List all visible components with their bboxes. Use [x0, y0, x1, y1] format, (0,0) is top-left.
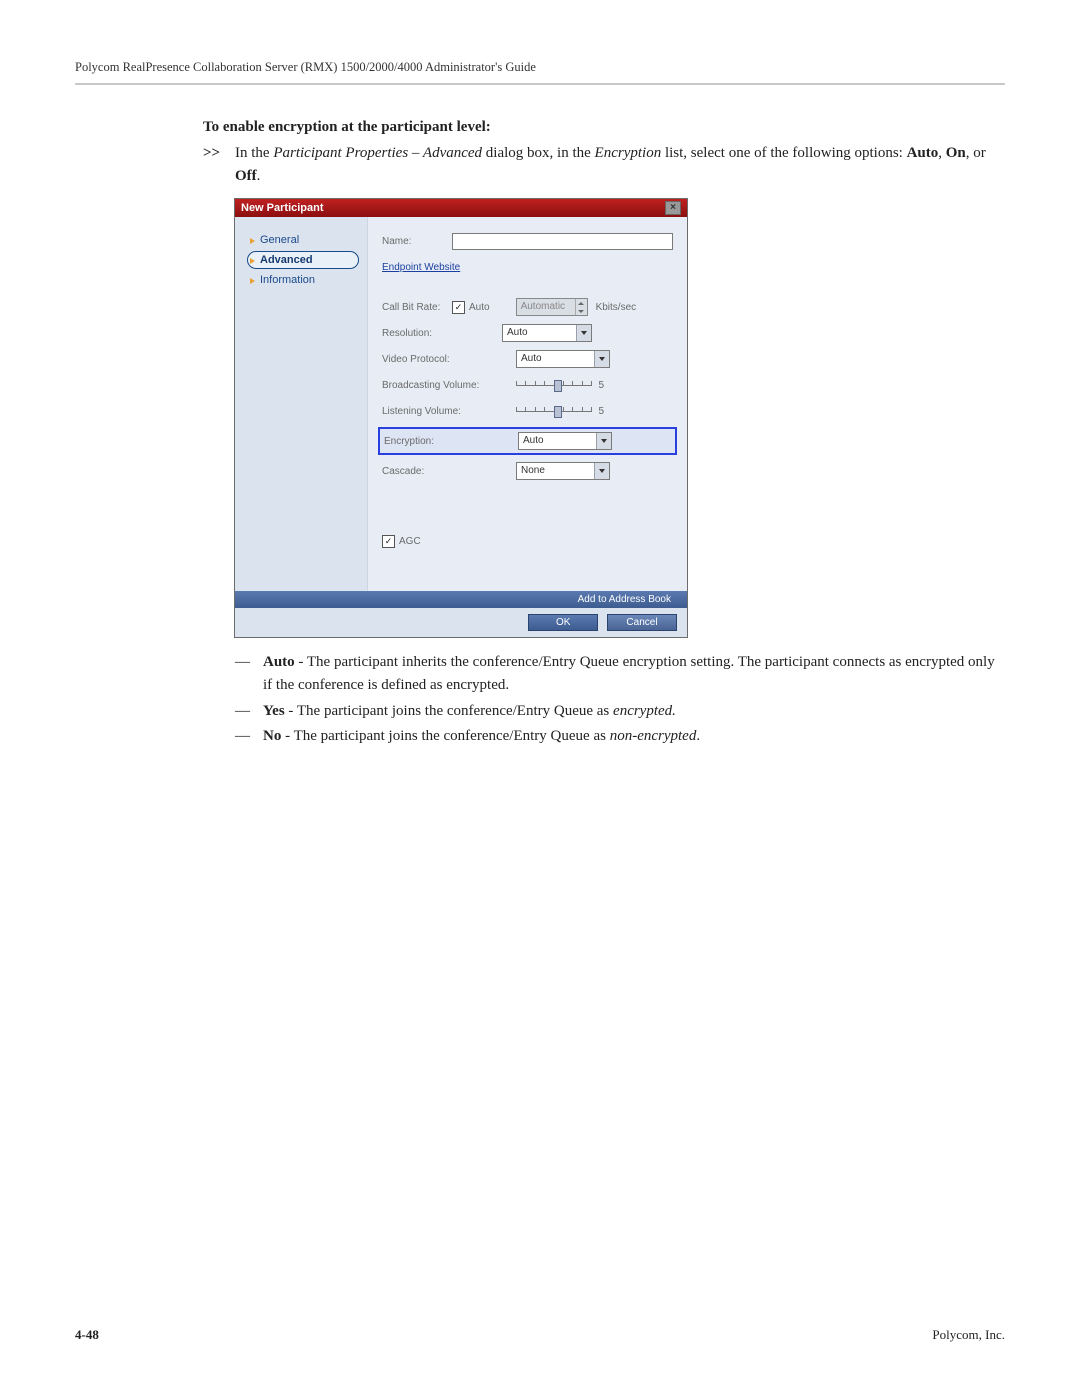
bullet-no-ital: non-encrypted	[610, 728, 697, 744]
kbits-label: Kbits/sec	[596, 302, 637, 313]
label-encryption: Encryption:	[384, 436, 494, 447]
listening-volume-slider[interactable]: 5	[516, 403, 604, 419]
step-text: In the Participant Properties – Advanced…	[235, 142, 1005, 187]
bullet-no-pre: - The participant joins the conference/E…	[281, 728, 609, 744]
chevron-down-icon	[594, 351, 609, 367]
dialog-title: New Participant	[241, 202, 324, 214]
bullet-no: — No - The participant joins the confere…	[235, 725, 1005, 748]
broadcasting-volume-slider[interactable]: 5	[516, 377, 604, 393]
step-mid2: list, select one of the following option…	[661, 145, 906, 161]
sidebar-item-information[interactable]: Information	[247, 271, 359, 289]
footer-company: Polycom, Inc.	[932, 1327, 1005, 1343]
label-listening-volume: Listening Volume:	[382, 406, 492, 417]
name-input[interactable]	[452, 233, 673, 250]
video-protocol-value: Auto	[517, 351, 594, 367]
step-marker: >>	[203, 142, 235, 187]
encryption-value: Auto	[519, 433, 596, 449]
dialog-content: Name: Endpoint Website Call Bit Rate: ✓ …	[367, 217, 687, 591]
cascade-dropdown[interactable]: None	[516, 462, 610, 480]
page-header: Polycom RealPresence Collaboration Serve…	[75, 60, 1005, 85]
label-call-bit-rate: Call Bit Rate:	[382, 302, 452, 313]
bitrate-value: Automatic	[517, 299, 575, 315]
step-row: >> In the Participant Properties – Advan…	[203, 142, 1005, 187]
bullet-auto-label: Auto	[263, 654, 295, 670]
label-resolution: Resolution:	[382, 328, 492, 339]
row-agc: ✓ AGC	[382, 531, 673, 551]
step-mid1: dialog box, in the	[482, 145, 595, 161]
chevron-down-icon	[594, 463, 609, 479]
step-ital1: Participant Properties – Advanced	[273, 145, 482, 161]
dialog-sidebar: General Advanced Information	[235, 217, 367, 591]
sidebar-item-advanced[interactable]: Advanced	[247, 251, 359, 269]
bullet-yes: — Yes - The participant joins the confer…	[235, 700, 1005, 723]
agc-checkbox-label: AGC	[399, 536, 421, 547]
row-listening-volume: Listening Volume: 5	[382, 401, 673, 421]
chevron-down-icon	[576, 325, 591, 341]
auto-checkbox[interactable]: ✓ Auto	[452, 301, 490, 314]
page: Polycom RealPresence Collaboration Serve…	[0, 0, 1080, 1397]
dialog-body: General Advanced Information Name: Endpo…	[235, 217, 687, 591]
bullet-dash: —	[235, 651, 263, 698]
step-ital2: Encryption	[595, 145, 662, 161]
row-video-protocol: Video Protocol: Auto	[382, 349, 673, 369]
step-sep1: ,	[938, 145, 946, 161]
row-call-bit-rate: Call Bit Rate: ✓ Auto Automatic Kbits/se…	[382, 297, 673, 317]
cancel-button[interactable]: Cancel	[607, 614, 677, 631]
close-icon[interactable]: ×	[665, 201, 681, 215]
bullet-yes-label: Yes	[263, 703, 285, 719]
label-broadcasting-volume: Broadcasting Volume:	[382, 380, 492, 391]
resolution-dropdown[interactable]: Auto	[502, 324, 592, 342]
resolution-value: Auto	[503, 325, 576, 341]
listening-volume-value: 5	[598, 406, 604, 417]
row-encryption: Encryption: Auto	[384, 431, 671, 451]
row-endpoint-website: Endpoint Website	[382, 257, 673, 277]
encryption-highlight: Encryption: Auto	[378, 427, 677, 455]
page-footer: 4-48 Polycom, Inc.	[75, 1327, 1005, 1343]
bullet-auto: — Auto - The participant inherits the co…	[235, 651, 1005, 698]
bitrate-spinner[interactable]: Automatic	[516, 298, 588, 316]
label-video-protocol: Video Protocol:	[382, 354, 492, 365]
dialog-titlebar[interactable]: New Participant ×	[235, 199, 687, 217]
new-participant-dialog: New Participant × General Advanced Infor…	[235, 199, 687, 637]
checkbox-icon: ✓	[382, 535, 395, 548]
section-heading: To enable encryption at the participant …	[203, 119, 1005, 136]
step-bold3: Off	[235, 168, 257, 184]
step-bold2: On	[946, 145, 966, 161]
checkbox-icon: ✓	[452, 301, 465, 314]
step-sep2: , or	[966, 145, 986, 161]
label-cascade: Cascade:	[382, 466, 492, 477]
step-tail: .	[257, 168, 261, 184]
video-protocol-dropdown[interactable]: Auto	[516, 350, 610, 368]
bullet-list: — Auto - The participant inherits the co…	[235, 651, 1005, 748]
bullet-no-label: No	[263, 728, 281, 744]
cascade-value: None	[517, 463, 594, 479]
label-name: Name:	[382, 236, 452, 247]
bullet-yes-pre: - The participant joins the conference/E…	[285, 703, 613, 719]
row-broadcasting-volume: Broadcasting Volume: 5	[382, 375, 673, 395]
broadcasting-volume-value: 5	[598, 380, 604, 391]
bullet-auto-text: - The participant inherits the conferenc…	[263, 654, 995, 693]
sidebar-item-general[interactable]: General	[247, 231, 359, 249]
bullet-no-post: .	[696, 728, 700, 744]
page-number: 4-48	[75, 1327, 99, 1343]
add-to-address-book-bar[interactable]: Add to Address Book	[235, 591, 687, 608]
bullet-dash: —	[235, 725, 263, 748]
dialog-footer-buttons: OK Cancel	[235, 608, 687, 637]
bullet-dash: —	[235, 700, 263, 723]
step-pre: In the	[235, 145, 273, 161]
step-bold1: Auto	[907, 145, 939, 161]
row-cascade: Cascade: None	[382, 461, 673, 481]
auto-checkbox-label: Auto	[469, 302, 490, 313]
row-resolution: Resolution: Auto	[382, 323, 673, 343]
bullet-yes-ital: encrypted.	[613, 703, 676, 719]
encryption-dropdown[interactable]: Auto	[518, 432, 612, 450]
endpoint-website-link[interactable]: Endpoint Website	[382, 262, 460, 273]
chevron-down-icon	[596, 433, 611, 449]
agc-checkbox[interactable]: ✓ AGC	[382, 535, 421, 548]
row-name: Name:	[382, 231, 673, 251]
ok-button[interactable]: OK	[528, 614, 598, 631]
